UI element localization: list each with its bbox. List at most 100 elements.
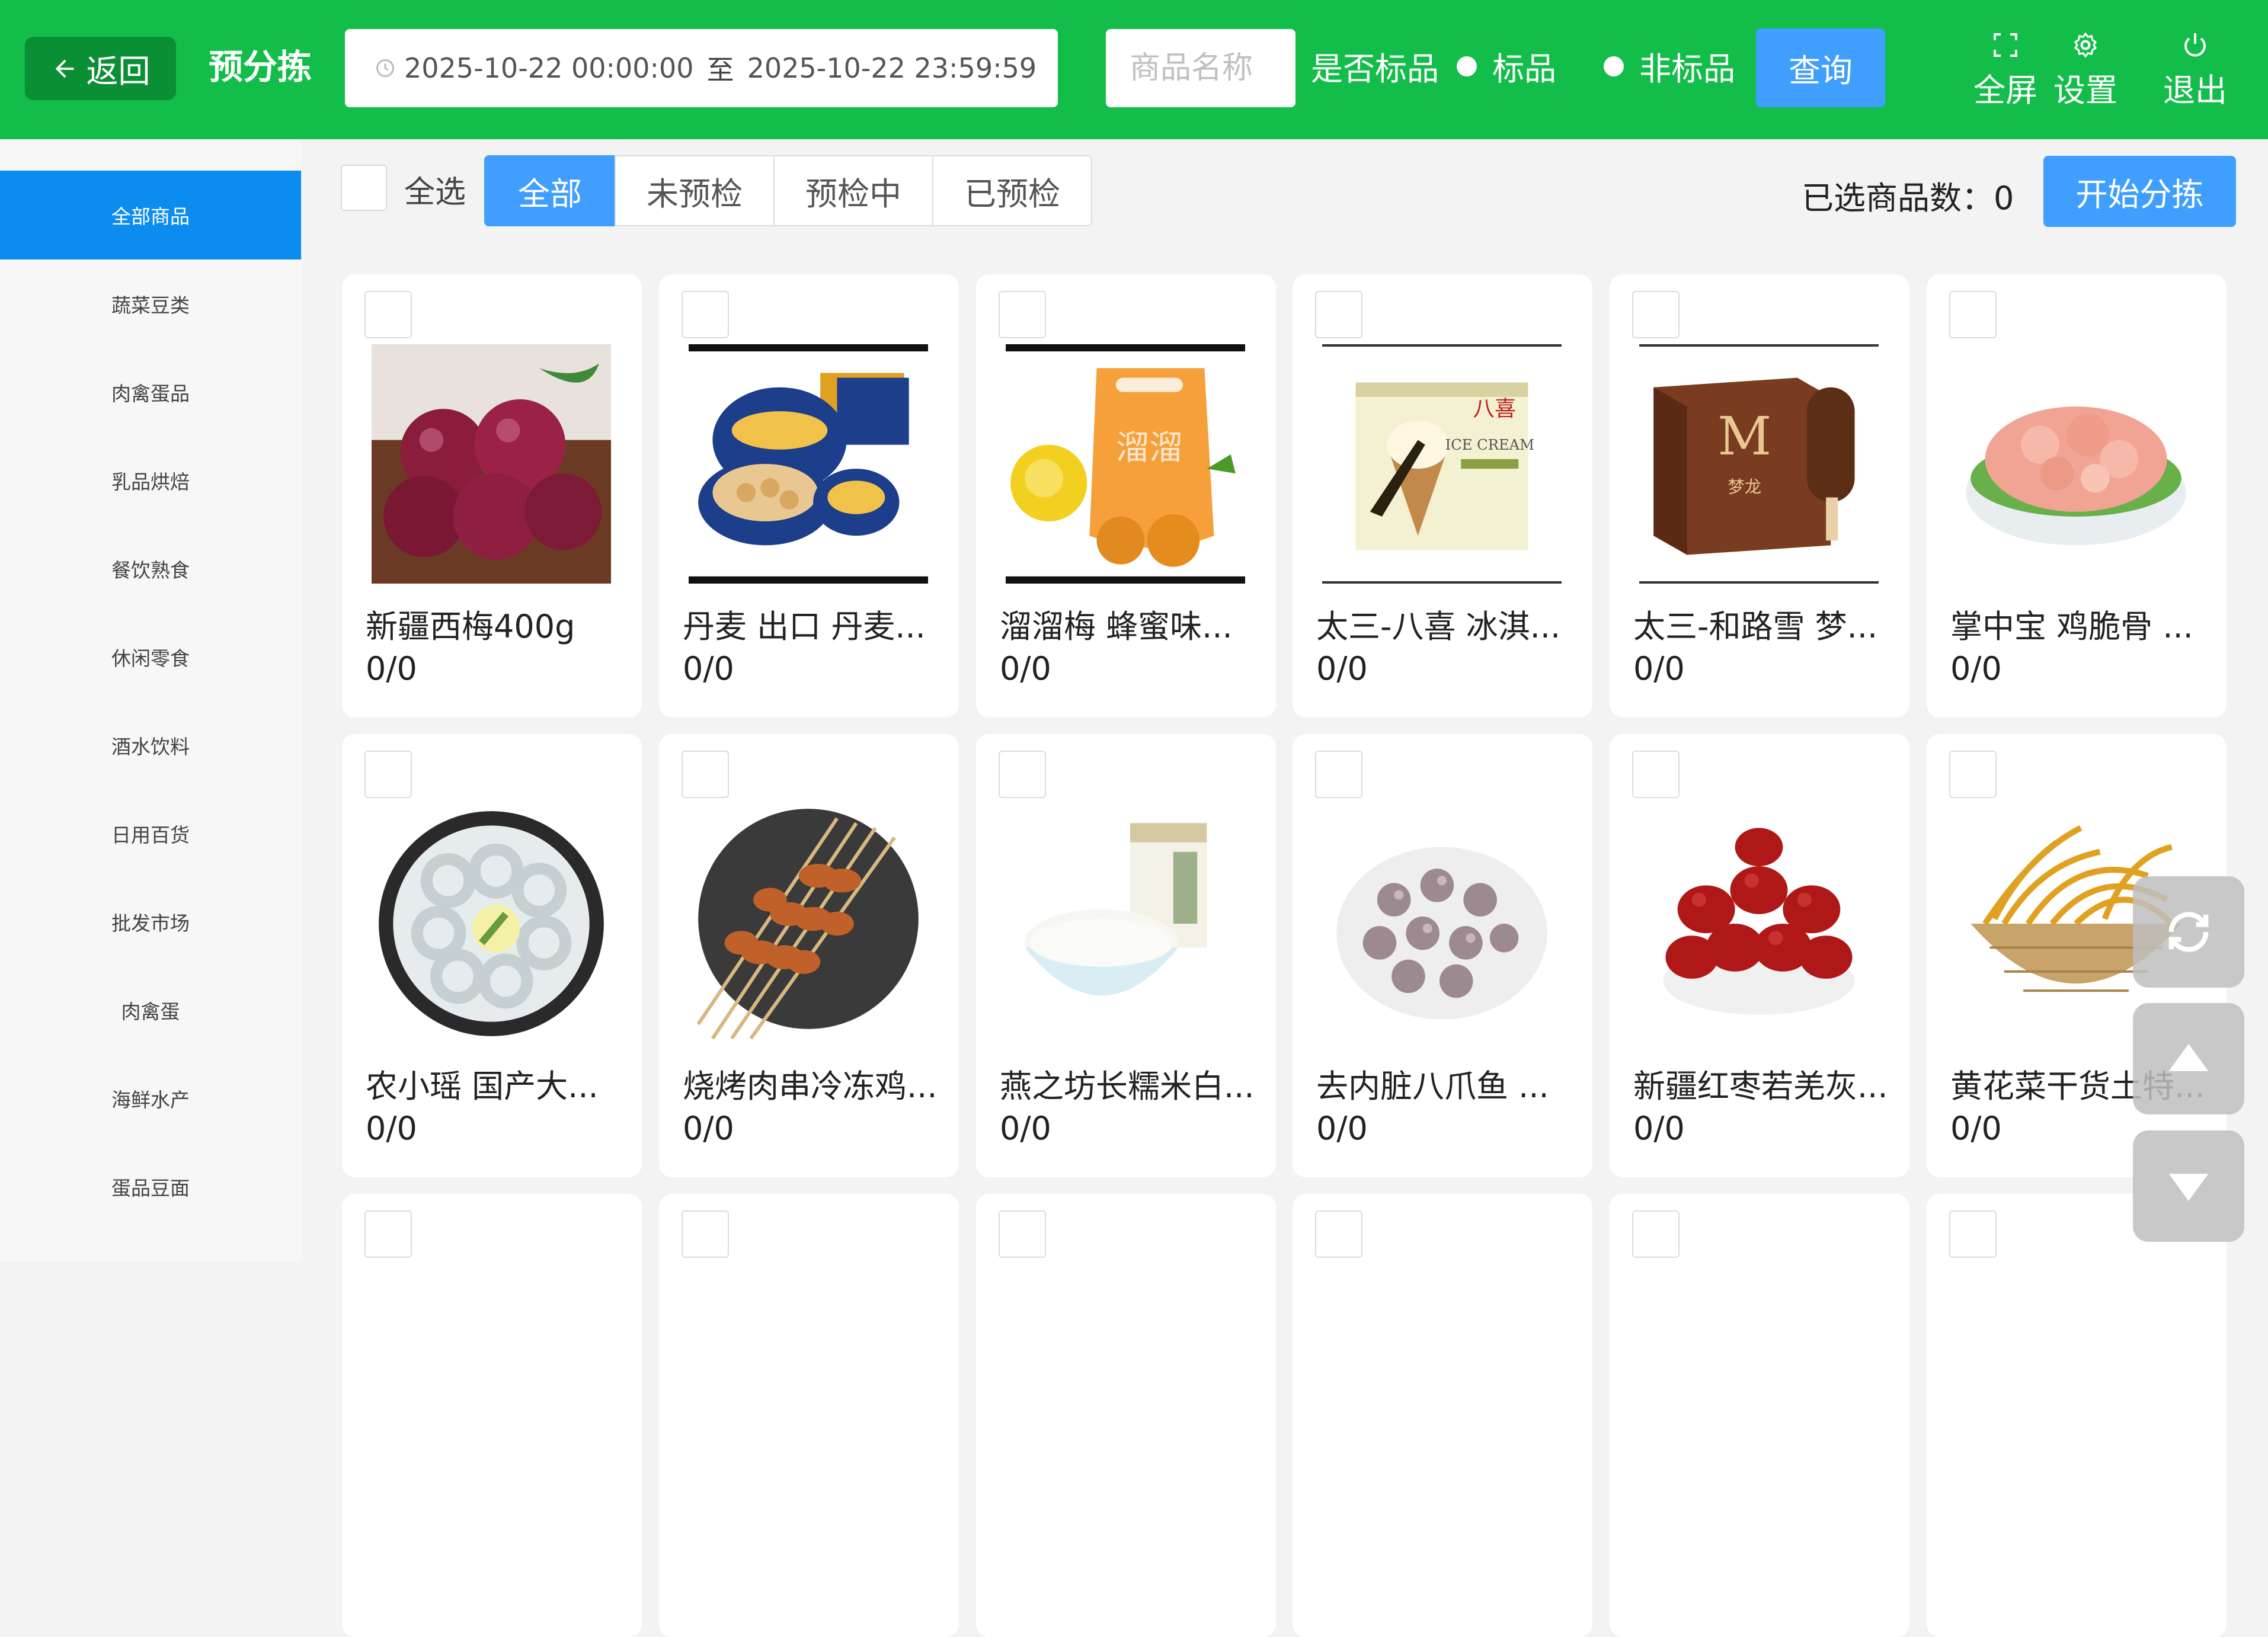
product-card[interactable]: [1927, 1194, 2227, 1637]
product-quantity: 0/0: [366, 650, 417, 687]
product-checkbox[interactable]: [682, 1210, 729, 1258]
refresh-button[interactable]: [2133, 876, 2244, 988]
tab-checking[interactable]: 预检中: [773, 155, 933, 226]
product-checkbox[interactable]: [999, 1210, 1046, 1258]
sidebar-item-eggs-tofu[interactable]: 蛋品豆面: [0, 1142, 301, 1231]
product-checkbox[interactable]: [364, 1210, 412, 1258]
product-card[interactable]: 烧烤肉串冷冻鸡... 0/0: [659, 734, 959, 1177]
clock-icon: [376, 59, 394, 77]
product-name: 去内脏八爪鱼 ...: [1316, 1068, 1549, 1105]
product-card[interactable]: 农小瑶 国产大... 0/0: [342, 734, 642, 1177]
radio-standard[interactable]: 标品: [1457, 43, 1556, 89]
scroll-down-button[interactable]: [2133, 1130, 2244, 1242]
product-checkbox[interactable]: [1315, 1210, 1362, 1258]
logout-button[interactable]: 退出: [2163, 31, 2227, 111]
tab-checked[interactable]: 已预检: [932, 155, 1092, 226]
product-card[interactable]: 去内脏八爪鱼 ... 0/0: [1293, 734, 1592, 1177]
date-start: 2025-10-22 00:00:00: [404, 52, 694, 84]
product-card[interactable]: 新疆西梅400g 0/0: [342, 274, 642, 717]
date-range-picker[interactable]: 2025-10-22 00:00:00 至 2025-10-22 23:59:5…: [345, 29, 1058, 107]
radio-standard-label: 标品: [1492, 50, 1556, 88]
sidebar-item-wholesale[interactable]: 批发市场: [0, 877, 301, 966]
start-sorting-button[interactable]: 开始分拣: [2043, 156, 2236, 227]
product-name: 农小瑶 国产大...: [366, 1068, 599, 1105]
sidebar-item-drinks[interactable]: 酒水饮料: [0, 701, 301, 790]
top-bar: 返回 预分拣 2025-10-22 00:00:00 至 2025-10-22 …: [0, 0, 2268, 139]
product-checkbox[interactable]: [1949, 751, 1997, 798]
product-quantity: 0/0: [1316, 1110, 1368, 1147]
product-card[interactable]: 溜溜 溜溜梅 蜂蜜味... 0/0: [976, 274, 1276, 717]
sidebar-item-all[interactable]: 全部商品: [0, 171, 301, 260]
tab-all[interactable]: 全部: [484, 155, 616, 226]
product-name: 太三-八喜 冰淇...: [1316, 608, 1561, 645]
product-card[interactable]: 丹麦 出口 丹麦... 0/0: [659, 274, 959, 717]
product-checkbox[interactable]: [1949, 291, 1997, 338]
product-checkbox[interactable]: [364, 751, 412, 798]
product-card[interactable]: [659, 1194, 959, 1637]
sidebar-item-deli[interactable]: 餐饮熟食: [0, 524, 301, 613]
sidebar-item-seafood[interactable]: 海鲜水产: [0, 1054, 301, 1143]
product-checkbox[interactable]: [1949, 1210, 1997, 1258]
sidebar-item-snacks[interactable]: 休闲零食: [0, 613, 301, 701]
ice-cream-box-image: ICE CREAM 八喜: [1322, 344, 1562, 584]
radio-nonstandard[interactable]: 非标品: [1604, 43, 1735, 89]
product-checkbox[interactable]: [999, 291, 1046, 338]
butter-cookies-image: [689, 344, 928, 584]
product-checkbox[interactable]: [1315, 751, 1362, 798]
scroll-up-button[interactable]: [2133, 1003, 2244, 1114]
logout-label: 退出: [2163, 72, 2227, 109]
red-dates-image: [1639, 804, 1879, 1043]
power-icon: [2184, 33, 2206, 57]
date-end: 2025-10-22 23:59:59: [747, 52, 1037, 84]
product-checkbox[interactable]: [1632, 291, 1680, 338]
select-all-label: 全选: [404, 175, 466, 210]
settings-label: 设置: [2053, 72, 2117, 109]
svg-text:八喜: 八喜: [1473, 396, 1517, 421]
fullscreen-button[interactable]: 全屏: [1973, 31, 2037, 111]
product-checkbox[interactable]: [1632, 751, 1680, 798]
settings-button[interactable]: 设置: [2053, 31, 2117, 111]
svg-text:梦龙: 梦龙: [1728, 477, 1761, 496]
plums-image: [372, 344, 611, 584]
sidebar-item-dairy-bakery[interactable]: 乳品烘焙: [0, 436, 301, 525]
product-card[interactable]: [976, 1194, 1276, 1637]
product-checkbox[interactable]: [1632, 1210, 1680, 1258]
sidebar-item-vegetables[interactable]: 蔬菜豆类: [0, 260, 301, 348]
fullscreen-label: 全屏: [1973, 72, 2037, 109]
product-quantity: 0/0: [683, 1110, 734, 1147]
product-card[interactable]: 掌中宝 鸡脆骨 ... 0/0: [1927, 274, 2227, 717]
product-name: 掌中宝 鸡脆骨 ...: [1950, 608, 2193, 645]
fullscreen-icon: [1994, 33, 2017, 57]
product-card[interactable]: 燕之坊长糯米白... 0/0: [976, 734, 1276, 1177]
product-card[interactable]: [1610, 1194, 1909, 1637]
standard-filter-label: 是否标品: [1311, 50, 1439, 88]
product-card[interactable]: [1293, 1194, 1592, 1637]
sidebar-item-meat-eggs[interactable]: 肉禽蛋品: [0, 348, 301, 437]
back-label: 返回: [86, 53, 151, 90]
dried-plum-pack-image: 溜溜: [1006, 344, 1245, 584]
selected-count: 已选商品数：0: [1802, 180, 2014, 217]
product-checkbox[interactable]: [682, 751, 729, 798]
date-separator: 至: [706, 54, 734, 86]
product-checkbox[interactable]: [1315, 291, 1362, 338]
tab-unchecked[interactable]: 未预检: [615, 155, 775, 226]
product-quantity: 0/0: [1950, 650, 2002, 687]
product-checkbox[interactable]: [364, 291, 412, 338]
product-card[interactable]: [342, 1194, 642, 1637]
product-card[interactable]: ICE CREAM 八喜 太三-八喜 冰淇... 0/0: [1293, 274, 1592, 717]
product-card[interactable]: 新疆红枣若羌灰... 0/0: [1610, 734, 1909, 1177]
magnum-box-image: M 梦龙: [1639, 344, 1879, 584]
svg-text:M: M: [1717, 405, 1771, 467]
sidebar-item-daily-goods[interactable]: 日用百货: [0, 789, 301, 878]
chicken-cartilage-image: [1956, 344, 2196, 584]
product-name-input[interactable]: [1106, 29, 1295, 107]
back-button[interactable]: 返回: [25, 37, 176, 100]
query-button[interactable]: 查询: [1756, 28, 1885, 107]
product-checkbox[interactable]: [682, 291, 729, 338]
product-quantity: 0/0: [1633, 650, 1685, 687]
product-quantity: 0/0: [1950, 1110, 2002, 1147]
product-card[interactable]: M 梦龙 太三-和路雪 梦... 0/0: [1610, 274, 1909, 717]
select-all-checkbox[interactable]: [341, 165, 387, 211]
sidebar-item-poultry[interactable]: 肉禽蛋: [0, 966, 301, 1055]
product-checkbox[interactable]: [999, 751, 1046, 798]
